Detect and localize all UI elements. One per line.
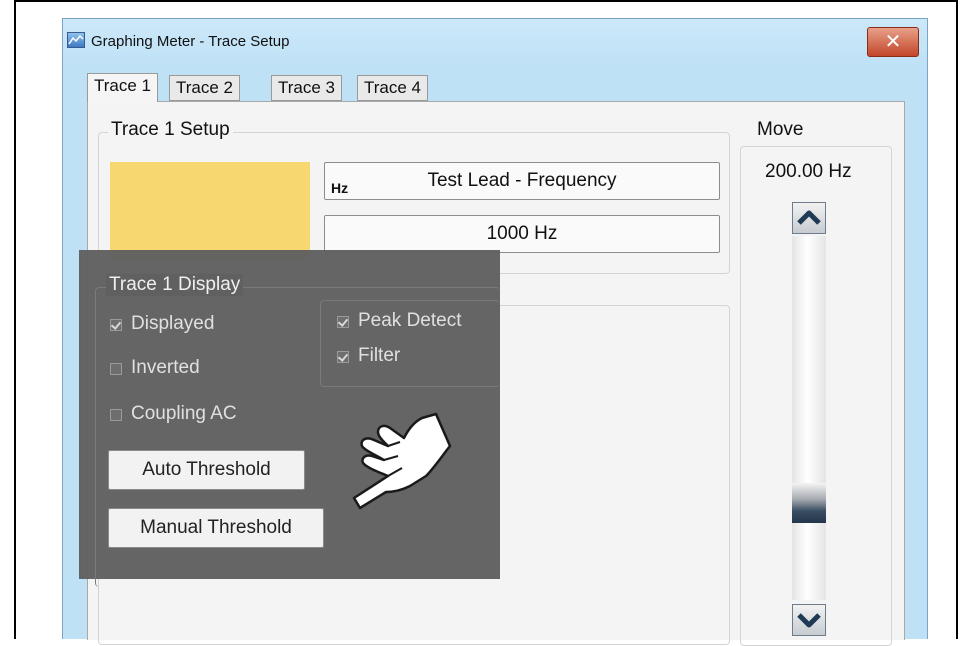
app-icon xyxy=(67,32,85,48)
tab-trace-1[interactable]: Trace 1 xyxy=(87,73,159,102)
source-selector[interactable]: Hz Test Lead - Frequency xyxy=(324,162,720,200)
move-slider-track[interactable] xyxy=(792,236,826,600)
coupling-ac-label: Coupling AC xyxy=(131,403,237,424)
close-icon: ✕ xyxy=(884,29,902,53)
manual-threshold-button[interactable]: Manual Threshold xyxy=(108,508,324,548)
scroll-up-icon xyxy=(797,210,821,225)
window-title: Graphing Meter - Trace Setup xyxy=(91,33,290,50)
trace-color-swatch[interactable] xyxy=(110,162,310,260)
move-slider-thumb[interactable] xyxy=(792,483,826,523)
trace-display-legend: Trace 1 Display xyxy=(106,274,244,296)
peak-detect-checkbox[interactable] xyxy=(337,316,349,328)
tab-trace-4[interactable]: Trace 4 xyxy=(357,75,429,101)
range-selector[interactable]: 1000 Hz xyxy=(324,215,720,253)
close-button[interactable]: ✕ xyxy=(867,27,919,57)
pointing-hand-icon xyxy=(352,412,452,510)
auto-threshold-button[interactable]: Auto Threshold xyxy=(108,450,305,490)
title-bar[interactable]: Graphing Meter - Trace Setup ✕ xyxy=(63,19,927,67)
filter-label: Filter xyxy=(358,345,401,366)
inverted-label: Inverted xyxy=(131,357,200,378)
source-label: Test Lead - Frequency xyxy=(427,170,617,191)
move-legend: Move xyxy=(754,119,807,141)
peak-detect-label: Peak Detect xyxy=(358,310,462,331)
source-unit: Hz xyxy=(331,180,349,196)
scroll-down-icon xyxy=(797,613,821,628)
coupling-ac-checkbox[interactable] xyxy=(110,409,122,421)
trace-setup-legend: Trace 1 Setup xyxy=(108,119,233,141)
displayed-label: Displayed xyxy=(131,313,215,334)
filter-checkbox[interactable] xyxy=(337,351,349,363)
tab-trace-3[interactable]: Trace 3 xyxy=(271,75,343,101)
displayed-checkbox[interactable] xyxy=(110,319,122,331)
move-value: 200.00 Hz xyxy=(765,161,852,182)
tab-trace-2[interactable]: Trace 2 xyxy=(169,75,241,101)
inverted-checkbox[interactable] xyxy=(110,363,122,375)
scroll-up-button[interactable] xyxy=(792,202,826,234)
scroll-down-button[interactable] xyxy=(792,604,826,636)
